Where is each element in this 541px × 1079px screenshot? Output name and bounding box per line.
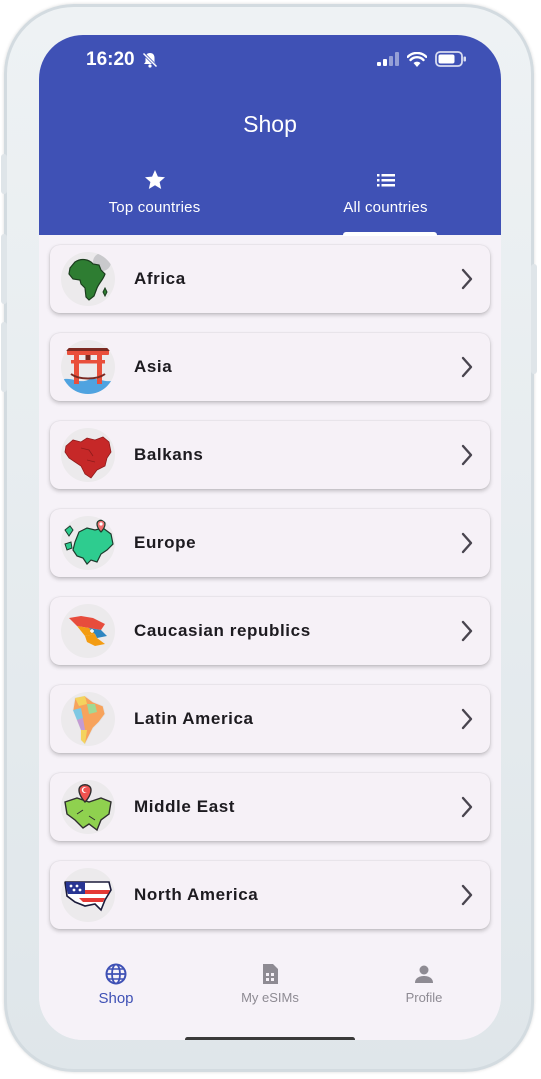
wifi-icon — [406, 51, 428, 72]
chevron-right-icon — [460, 531, 474, 560]
latin-america-map-icon — [61, 692, 115, 746]
status-time: 16:20 — [86, 49, 135, 70]
power-button — [531, 264, 537, 374]
region-item-africa[interactable]: Africa — [50, 245, 490, 313]
volume-up-button — [1, 234, 7, 304]
region-item-north-america[interactable]: North America — [50, 861, 490, 929]
bell-off-icon — [141, 51, 159, 74]
bottom-navigation: Shop My eSIMs Profile — [39, 945, 501, 1040]
nav-shop[interactable]: Shop — [39, 961, 193, 1007]
tab-all-countries[interactable]: All countries — [270, 167, 501, 236]
tab-selected-indicator — [343, 232, 437, 236]
list-icon — [270, 167, 501, 193]
mute-switch — [1, 154, 7, 194]
region-label: Balkans — [134, 445, 204, 464]
volume-down-button — [1, 322, 7, 392]
chevron-right-icon — [460, 795, 474, 824]
chevron-right-icon — [460, 267, 474, 296]
region-label: Latin America — [134, 709, 254, 728]
person-icon — [347, 961, 501, 987]
region-item-asia[interactable]: Asia — [50, 333, 490, 401]
nav-my-esims[interactable]: My eSIMs — [193, 961, 347, 1005]
middle-east-map-icon — [61, 780, 115, 834]
chevron-right-icon — [460, 883, 474, 912]
status-icons — [377, 51, 467, 72]
region-label: North America — [134, 885, 259, 904]
app-screen: 16:20 Shop Top countries All countries A… — [39, 35, 501, 1040]
tab-label: All countries — [343, 199, 428, 216]
chevron-right-icon — [460, 707, 474, 736]
sim-card-icon — [193, 961, 347, 987]
globe-icon — [39, 961, 193, 987]
torii-gate-icon — [61, 340, 115, 394]
nav-label: Shop — [98, 990, 134, 1007]
nav-label: My eSIMs — [241, 990, 299, 1005]
region-item-middle-east[interactable]: Middle East — [50, 773, 490, 841]
region-item-latin-america[interactable]: Latin America — [50, 685, 490, 753]
region-item-balkans[interactable]: Balkans — [50, 421, 490, 489]
tab-top-countries[interactable]: Top countries — [39, 167, 270, 235]
region-label: Caucasian republics — [134, 621, 311, 640]
nav-label: Profile — [405, 990, 443, 1005]
europe-map-icon — [61, 516, 115, 570]
status-bar: 16:20 — [39, 35, 501, 85]
star-icon — [39, 167, 270, 193]
page-title: Shop — [243, 111, 297, 137]
region-item-europe[interactable]: Europe — [50, 509, 490, 577]
north-america-map-icon — [61, 868, 115, 922]
battery-icon — [435, 51, 467, 72]
chevron-right-icon — [460, 619, 474, 648]
home-indicator[interactable] — [185, 1037, 355, 1040]
app-header: 16:20 Shop Top countries All countries — [39, 35, 501, 236]
chevron-right-icon — [460, 443, 474, 472]
signal-icon — [377, 52, 399, 71]
region-label: Middle East — [134, 797, 236, 816]
chevron-right-icon — [460, 355, 474, 384]
caucasus-map-icon — [61, 604, 115, 658]
tab-label: Top countries — [108, 199, 201, 216]
region-item-caucasian-republics[interactable]: Caucasian republics — [50, 597, 490, 665]
balkans-map-icon — [61, 428, 115, 482]
nav-profile[interactable]: Profile — [347, 961, 501, 1005]
africa-map-icon — [61, 252, 115, 306]
region-label: Europe — [134, 533, 197, 552]
region-label: Africa — [134, 269, 186, 288]
region-label: Asia — [134, 357, 173, 376]
